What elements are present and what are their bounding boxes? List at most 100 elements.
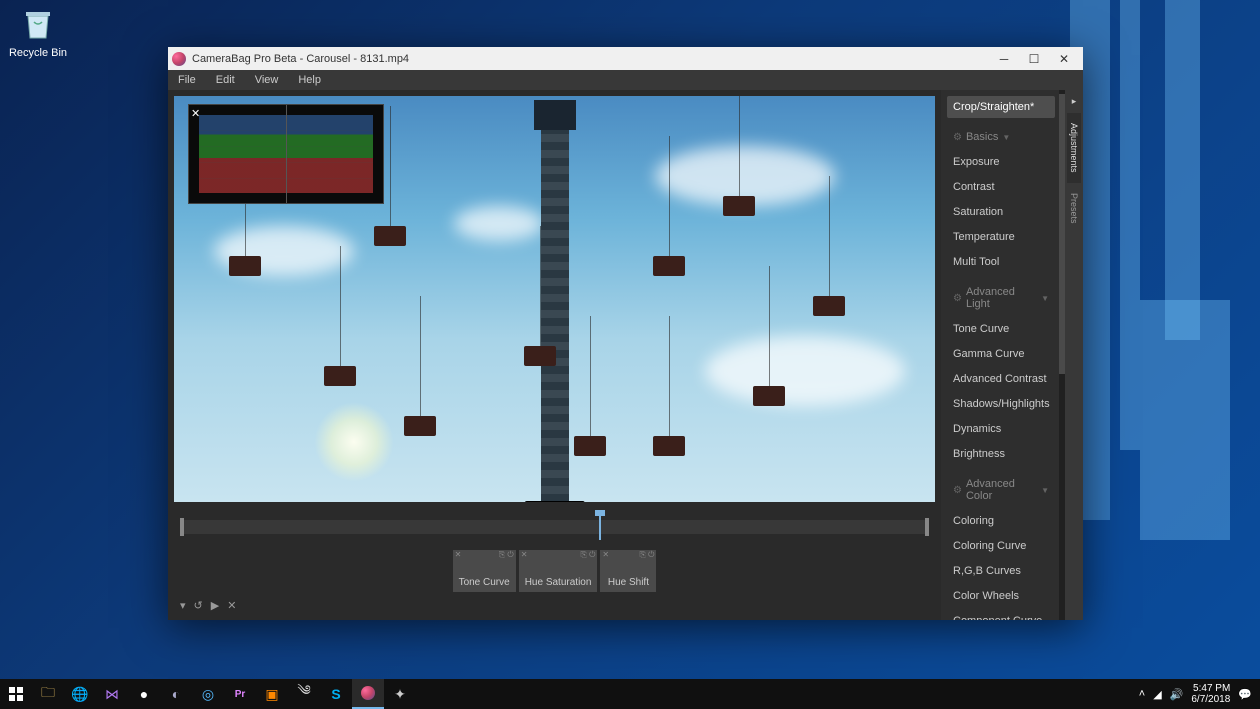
menu-help[interactable]: Help (288, 70, 331, 90)
panel-item-temperature[interactable]: Temperature (947, 226, 1055, 248)
bird-icon: ༄ (297, 674, 310, 709)
notifications-icon[interactable]: 💬 (1238, 688, 1252, 701)
video-preview[interactable]: ✕ 00:09:242 (174, 96, 935, 502)
panel-item-crop[interactable]: Crop/Straighten* (947, 96, 1055, 118)
recycle-bin-icon (20, 6, 56, 42)
tab-adjustments[interactable]: Adjustments (1067, 113, 1081, 183)
app-window: CameraBag Pro Beta - Carousel - 8131.mp4… (168, 47, 1083, 620)
effect-chip-hue-shift[interactable]: ✕⎘ ⏻ Hue Shift (600, 550, 656, 592)
circle-icon: ● (140, 686, 148, 702)
menubar: File Edit View Help (168, 70, 1083, 90)
timeline[interactable] (180, 520, 929, 534)
power-icon[interactable]: ⏻ (648, 550, 654, 559)
close-icon[interactable]: ✕ (455, 550, 462, 560)
tool-icon: ✦ (394, 686, 406, 703)
visualstudio-icon: ⋈ (105, 686, 119, 703)
panel-item-tone-curve[interactable]: Tone Curve (947, 318, 1055, 340)
panel-item-contrast[interactable]: Contrast (947, 176, 1055, 198)
timecode: 00:09:242 (524, 501, 585, 502)
windows-icon (9, 687, 23, 701)
tray-chevron-icon[interactable]: ˄ (1139, 688, 1145, 700)
folder-icon: 🗀 (41, 682, 55, 706)
rewind-icon[interactable]: ↺ (194, 599, 203, 612)
window-title: CameraBag Pro Beta - Carousel - 8131.mp4 (192, 53, 989, 65)
menu-file[interactable]: File (168, 70, 206, 90)
close-icon[interactable]: ✕ (602, 550, 609, 560)
play-icon[interactable]: ▶ (211, 599, 219, 612)
tab-rail: ▸ Adjustments Presets (1065, 90, 1083, 620)
timeline-out-point[interactable] (925, 518, 929, 536)
close-icon[interactable]: ✕ (227, 599, 236, 612)
recycle-bin[interactable]: Recycle Bin (8, 6, 68, 59)
minimize-button[interactable]: ─ (989, 48, 1019, 70)
start-button[interactable] (0, 679, 32, 709)
panel-item-coloring-curve[interactable]: Coloring Curve (947, 535, 1055, 557)
chevron-down-icon[interactable]: ▾ (180, 599, 186, 612)
taskbar-skype[interactable]: S (320, 679, 352, 709)
copy-icon[interactable]: ⎘ (639, 550, 645, 559)
playhead[interactable] (599, 514, 601, 540)
timeline-area (174, 506, 935, 544)
app-icon (172, 52, 186, 66)
titlebar[interactable]: CameraBag Pro Beta - Carousel - 8131.mp4… (168, 47, 1083, 70)
panel-item-color-wheels[interactable]: Color Wheels (947, 585, 1055, 607)
panel-item-gamma-curve[interactable]: Gamma Curve (947, 343, 1055, 365)
panel-item-exposure[interactable]: Exposure (947, 151, 1055, 173)
copy-icon[interactable]: ⎘ (499, 550, 505, 559)
menu-edit[interactable]: Edit (206, 70, 245, 90)
collapse-arrow-icon[interactable]: ▸ (1072, 90, 1077, 113)
panel-item-component-curve[interactable]: Component Curve (947, 610, 1055, 620)
copy-icon[interactable]: ⎘ (580, 550, 586, 559)
taskbar-app-3[interactable]: ༄ (288, 679, 320, 709)
taskbar-explorer[interactable]: 🗀 (32, 679, 64, 709)
adjustments-panel: Crop/Straighten* Basics ▼ Exposure Contr… (941, 90, 1059, 620)
transport-controls: ▾ ↺ ▶ ✕ (174, 596, 935, 614)
menu-view[interactable]: View (245, 70, 289, 90)
taskbar-app-4[interactable]: ✦ (384, 679, 416, 709)
camerabag-icon (361, 686, 375, 700)
tab-presets[interactable]: Presets (1067, 183, 1081, 234)
panel-item-dynamics[interactable]: Dynamics (947, 418, 1055, 440)
section-advanced-color[interactable]: Advanced Color ▼ (947, 468, 1055, 507)
close-icon[interactable]: ✕ (521, 550, 528, 560)
effect-chip-hue-saturation[interactable]: ✕⎘ ⏻ Hue Saturation (519, 550, 598, 592)
timeline-in-point[interactable] (180, 518, 184, 536)
waveform-scope[interactable]: ✕ (188, 104, 384, 204)
skype-icon: S (331, 686, 340, 702)
panel-item-shadows-highlights[interactable]: Shadows/Highlights (947, 393, 1055, 415)
scope-close-icon[interactable]: ✕ (191, 107, 200, 120)
effect-chip-tone-curve[interactable]: ✕⎘ ⏻ Tone Curve (453, 550, 516, 592)
taskbar-steam[interactable]: ◐ (160, 679, 192, 709)
chrome-icon: 🌐 (71, 686, 88, 703)
taskbar-clock[interactable]: 5:47 PM 6/7/2018 (1191, 683, 1230, 705)
wifi-icon[interactable]: ◢ (1153, 688, 1161, 701)
taskbar-visualstudio[interactable]: ⋈ (96, 679, 128, 709)
taskbar-rocket[interactable]: ◎ (192, 679, 224, 709)
taskbar-app-2[interactable]: ▣ (256, 679, 288, 709)
panel-item-rgb-curves[interactable]: R,G,B Curves (947, 560, 1055, 582)
panel-item-coloring[interactable]: Coloring (947, 510, 1055, 532)
main-area: ✕ 00:09:242 ✕⎘ ⏻ Tone Curve (168, 90, 941, 620)
power-icon[interactable]: ⏻ (589, 550, 595, 559)
panel-item-multi-tool[interactable]: Multi Tool (947, 251, 1055, 273)
section-basics[interactable]: Basics ▼ (947, 121, 1055, 148)
taskbar-premiere[interactable]: Pr (224, 679, 256, 709)
taskbar-chrome[interactable]: 🌐 (64, 679, 96, 709)
taskbar: 🗀 🌐 ⋈ ● ◐ ◎ Pr ▣ ༄ S ✦ ˄ ◢ 🔊 5:47 PM 6/7… (0, 679, 1260, 709)
power-icon[interactable]: ⏻ (507, 550, 513, 559)
panel-item-saturation[interactable]: Saturation (947, 201, 1055, 223)
square-icon: ▣ (265, 686, 278, 703)
volume-icon[interactable]: 🔊 (1170, 688, 1184, 701)
steam-icon: ◐ (172, 686, 180, 702)
chevron-down-icon: ▼ (1002, 133, 1010, 142)
close-button[interactable]: ✕ (1049, 48, 1079, 70)
taskbar-app-1[interactable]: ● (128, 679, 160, 709)
rocket-icon: ◎ (202, 686, 214, 703)
panel-item-advanced-contrast[interactable]: Advanced Contrast (947, 368, 1055, 390)
maximize-button[interactable]: ☐ (1019, 48, 1049, 70)
taskbar-camerabag[interactable] (352, 679, 384, 709)
panel-item-brightness[interactable]: Brightness (947, 443, 1055, 465)
chevron-down-icon: ▼ (1041, 486, 1049, 495)
section-advanced-light[interactable]: Advanced Light ▼ (947, 276, 1055, 315)
recycle-bin-label: Recycle Bin (8, 47, 68, 59)
